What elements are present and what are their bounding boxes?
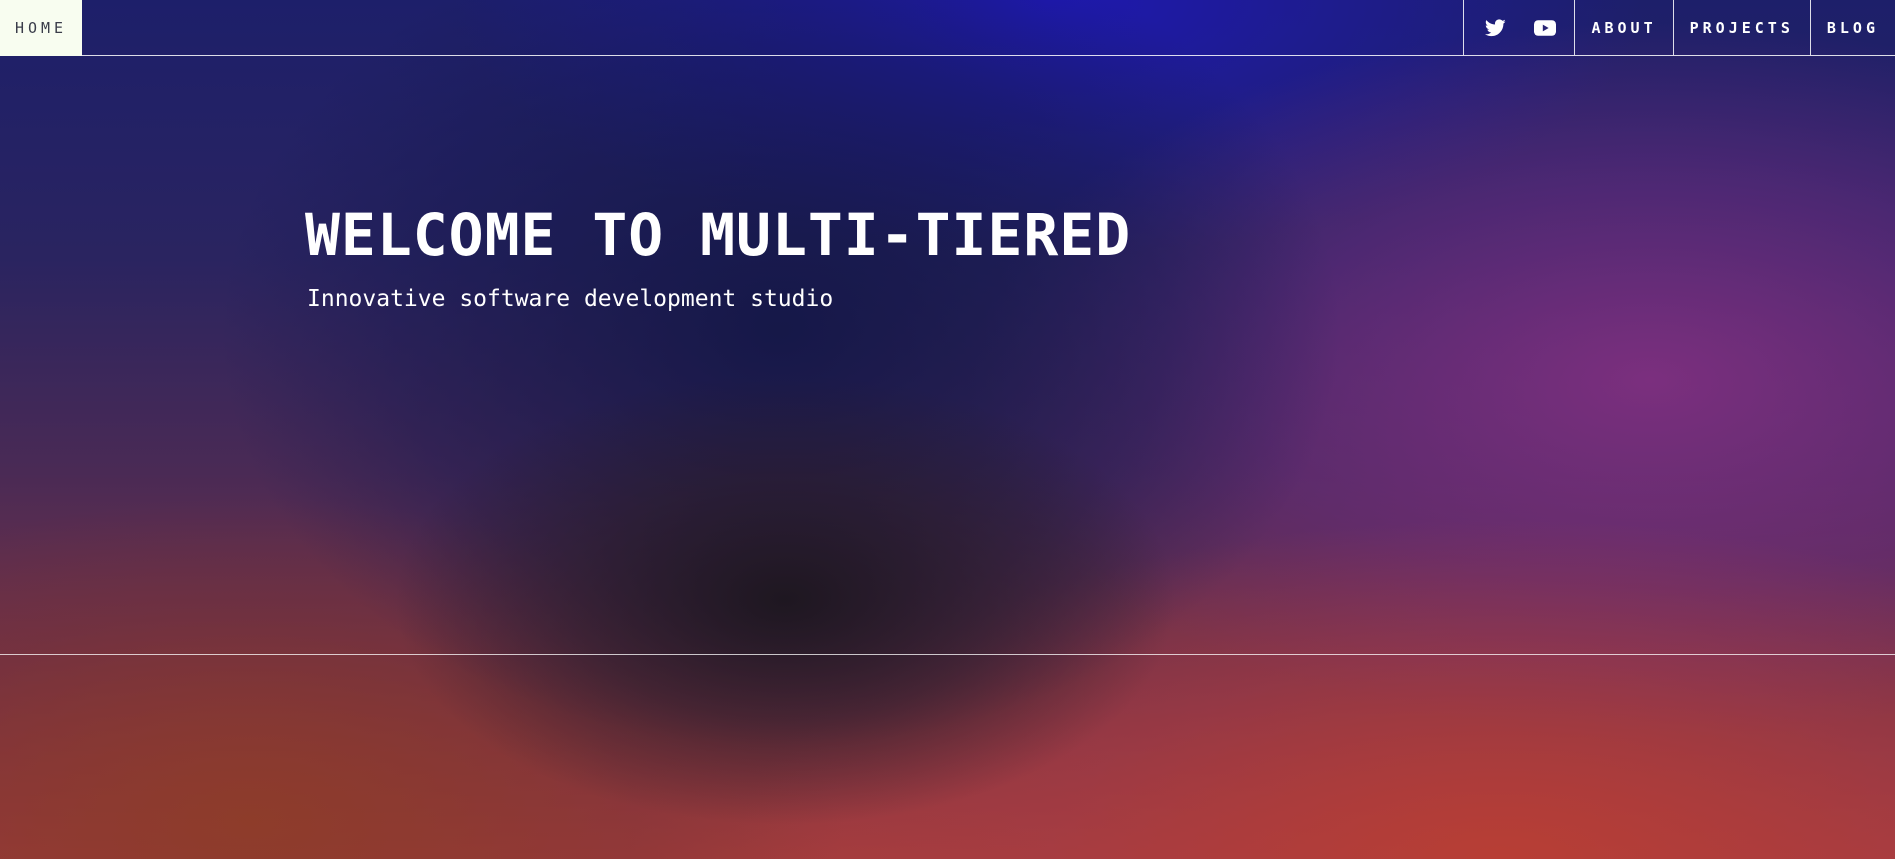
social-links bbox=[1463, 0, 1574, 55]
top-navigation: HOME ABOUT PROJECTS BLOG bbox=[0, 0, 1895, 56]
hero-subtitle: Innovative software development studio bbox=[307, 286, 834, 312]
nav-link-blog[interactable]: BLOG bbox=[1809, 0, 1895, 55]
home-link[interactable]: HOME bbox=[0, 0, 82, 56]
section-divider bbox=[0, 654, 1895, 655]
hero-section: WELCOME TO MULTI-TIERED Innovative softw… bbox=[305, 200, 1131, 314]
youtube-icon[interactable] bbox=[1534, 19, 1557, 36]
twitter-icon[interactable] bbox=[1485, 18, 1507, 37]
gradient-background bbox=[0, 0, 1895, 859]
nav-right-group: ABOUT PROJECTS BLOG bbox=[1463, 0, 1895, 55]
hero-title: WELCOME TO MULTI-TIERED bbox=[305, 201, 1132, 269]
nav-link-about[interactable]: ABOUT bbox=[1574, 0, 1672, 55]
nav-link-projects[interactable]: PROJECTS bbox=[1672, 0, 1810, 55]
